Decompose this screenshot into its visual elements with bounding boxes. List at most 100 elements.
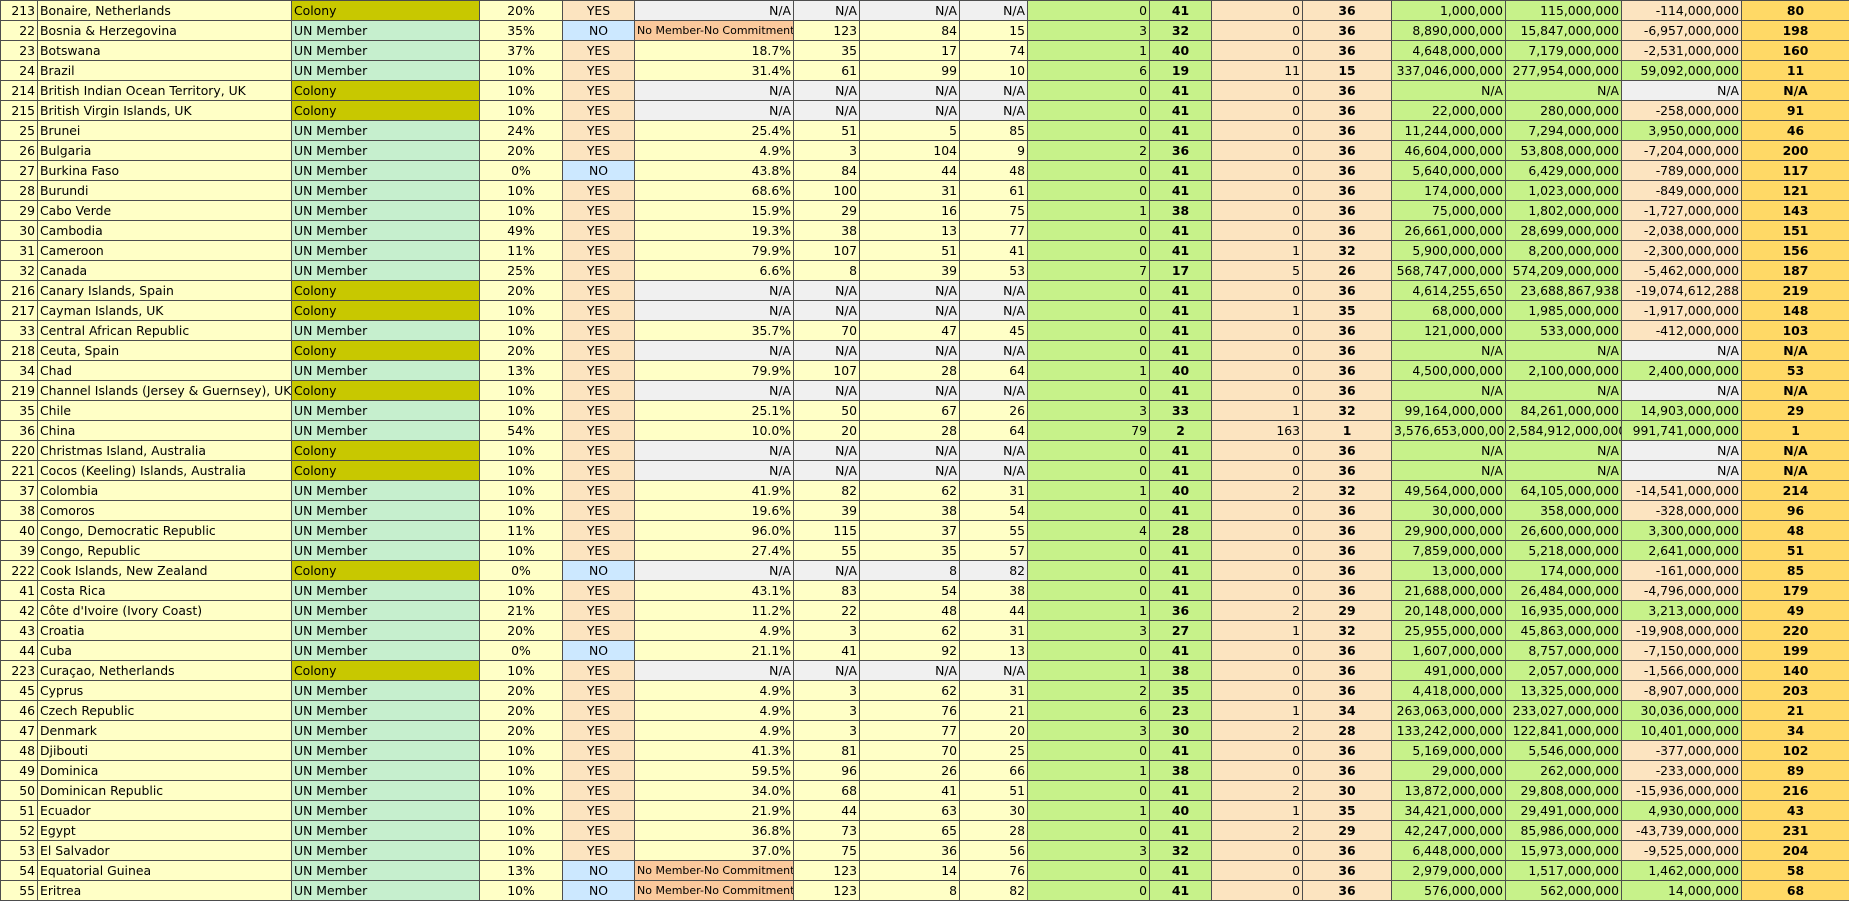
cell-col-l[interactable]: 1: [1211, 620, 1303, 641]
cell-id[interactable]: 38: [0, 500, 38, 521]
cell-balance[interactable]: -1,727,000,000: [1621, 200, 1742, 221]
cell-col-l[interactable]: 0: [1211, 220, 1303, 241]
cell-col-i[interactable]: 85: [959, 120, 1028, 141]
cell-col-l[interactable]: 0: [1211, 860, 1303, 881]
cell-status[interactable]: UN Member: [291, 240, 480, 261]
cell-rank-a[interactable]: 44: [793, 800, 860, 821]
cell-country[interactable]: Croatia: [37, 620, 292, 641]
cell-imports[interactable]: 45,863,000,000: [1505, 620, 1622, 641]
cell-rank-q[interactable]: 219: [1741, 280, 1849, 301]
cell-country[interactable]: Dominican Republic: [37, 780, 292, 801]
cell-rank-k[interactable]: 41: [1149, 580, 1212, 601]
cell-rank-q[interactable]: 58: [1741, 860, 1849, 881]
cell-col-h[interactable]: N/A: [859, 80, 960, 101]
cell-balance[interactable]: -19,074,612,288: [1621, 280, 1742, 301]
cell-imports[interactable]: 174,000,000: [1505, 560, 1622, 581]
cell-status[interactable]: UN Member: [291, 720, 480, 741]
cell-country[interactable]: Djibouti: [37, 740, 292, 761]
cell-exports[interactable]: 174,000,000: [1391, 180, 1506, 201]
cell-country[interactable]: Central African Republic: [37, 320, 292, 341]
cell-pct[interactable]: N/A: [634, 300, 794, 321]
cell-pct[interactable]: 4.9%: [634, 680, 794, 701]
cell-status[interactable]: UN Member: [291, 220, 480, 241]
cell-balance[interactable]: -2,038,000,000: [1621, 220, 1742, 241]
cell-member[interactable]: YES: [562, 180, 635, 201]
cell-col-j[interactable]: 0: [1027, 640, 1150, 661]
cell-col-i[interactable]: 64: [959, 360, 1028, 381]
cell-pct[interactable]: No Member-No Commitment: [634, 880, 794, 901]
cell-col-i[interactable]: 15: [959, 20, 1028, 41]
cell-exports[interactable]: N/A: [1391, 80, 1506, 101]
cell-status[interactable]: Colony: [291, 80, 480, 101]
cell-col-h[interactable]: 99: [859, 60, 960, 81]
cell-member[interactable]: YES: [562, 320, 635, 341]
cell-rank-k[interactable]: 32: [1149, 840, 1212, 861]
cell-member[interactable]: YES: [562, 700, 635, 721]
cell-status[interactable]: UN Member: [291, 820, 480, 841]
cell-imports[interactable]: 533,000,000: [1505, 320, 1622, 341]
cell-rank-k[interactable]: 41: [1149, 80, 1212, 101]
cell-pct[interactable]: 19.6%: [634, 500, 794, 521]
cell-col-h[interactable]: 17: [859, 40, 960, 61]
cell-status[interactable]: UN Member: [291, 840, 480, 861]
cell-country[interactable]: Botswana: [37, 40, 292, 61]
cell-rank-a[interactable]: 22: [793, 600, 860, 621]
cell-balance[interactable]: -7,150,000,000: [1621, 640, 1742, 661]
cell-balance[interactable]: 3,300,000,000: [1621, 520, 1742, 541]
cell-rank-a[interactable]: 83: [793, 580, 860, 601]
cell-col-l[interactable]: 1: [1211, 400, 1303, 421]
cell-imports[interactable]: 7,294,000,000: [1505, 120, 1622, 141]
cell-rank-a[interactable]: 84: [793, 160, 860, 181]
cell-rate[interactable]: 54%: [479, 420, 563, 441]
cell-imports[interactable]: 277,954,000,000: [1505, 60, 1622, 81]
cell-member[interactable]: YES: [562, 680, 635, 701]
cell-id[interactable]: 47: [0, 720, 38, 741]
cell-country[interactable]: China: [37, 420, 292, 441]
cell-col-l[interactable]: 0: [1211, 380, 1303, 401]
cell-col-h[interactable]: 92: [859, 640, 960, 661]
cell-col-l[interactable]: 0: [1211, 340, 1303, 361]
cell-member[interactable]: YES: [562, 0, 635, 21]
cell-country[interactable]: Burundi: [37, 180, 292, 201]
cell-rank-m[interactable]: 29: [1302, 820, 1392, 841]
cell-imports[interactable]: 233,027,000,000: [1505, 700, 1622, 721]
cell-pct[interactable]: N/A: [634, 80, 794, 101]
cell-id[interactable]: 36: [0, 420, 38, 441]
cell-col-j[interactable]: 0: [1027, 580, 1150, 601]
cell-pct[interactable]: 41.3%: [634, 740, 794, 761]
cell-rank-a[interactable]: 68: [793, 780, 860, 801]
cell-member[interactable]: YES: [562, 760, 635, 781]
cell-pct[interactable]: 79.9%: [634, 240, 794, 261]
cell-rank-m[interactable]: 36: [1302, 120, 1392, 141]
cell-balance[interactable]: -849,000,000: [1621, 180, 1742, 201]
cell-col-j[interactable]: 0: [1027, 280, 1150, 301]
cell-col-h[interactable]: 44: [859, 160, 960, 181]
cell-member[interactable]: YES: [562, 240, 635, 261]
cell-rank-q[interactable]: 160: [1741, 40, 1849, 61]
cell-exports[interactable]: 42,247,000,000: [1391, 820, 1506, 841]
cell-col-h[interactable]: N/A: [859, 280, 960, 301]
cell-country[interactable]: Chile: [37, 400, 292, 421]
cell-col-h[interactable]: 38: [859, 500, 960, 521]
cell-rank-a[interactable]: N/A: [793, 100, 860, 121]
cell-country[interactable]: Dominica: [37, 760, 292, 781]
cell-col-l[interactable]: 0: [1211, 880, 1303, 901]
cell-pct[interactable]: N/A: [634, 460, 794, 481]
cell-status[interactable]: UN Member: [291, 600, 480, 621]
cell-col-j[interactable]: 6: [1027, 60, 1150, 81]
cell-col-l[interactable]: 1: [1211, 240, 1303, 261]
cell-country[interactable]: Côte d'Ivoire (Ivory Coast): [37, 600, 292, 621]
cell-id[interactable]: 219: [0, 380, 38, 401]
cell-rank-q[interactable]: 199: [1741, 640, 1849, 661]
cell-id[interactable]: 49: [0, 760, 38, 781]
cell-rank-m[interactable]: 36: [1302, 740, 1392, 761]
cell-rank-a[interactable]: 61: [793, 60, 860, 81]
cell-col-l[interactable]: 0: [1211, 660, 1303, 681]
cell-rate[interactable]: 24%: [479, 120, 563, 141]
cell-status[interactable]: UN Member: [291, 760, 480, 781]
cell-col-h[interactable]: 37: [859, 520, 960, 541]
cell-col-j[interactable]: 0: [1027, 440, 1150, 461]
cell-exports[interactable]: 34,421,000,000: [1391, 800, 1506, 821]
cell-rank-a[interactable]: 3: [793, 720, 860, 741]
cell-pct[interactable]: 11.2%: [634, 600, 794, 621]
